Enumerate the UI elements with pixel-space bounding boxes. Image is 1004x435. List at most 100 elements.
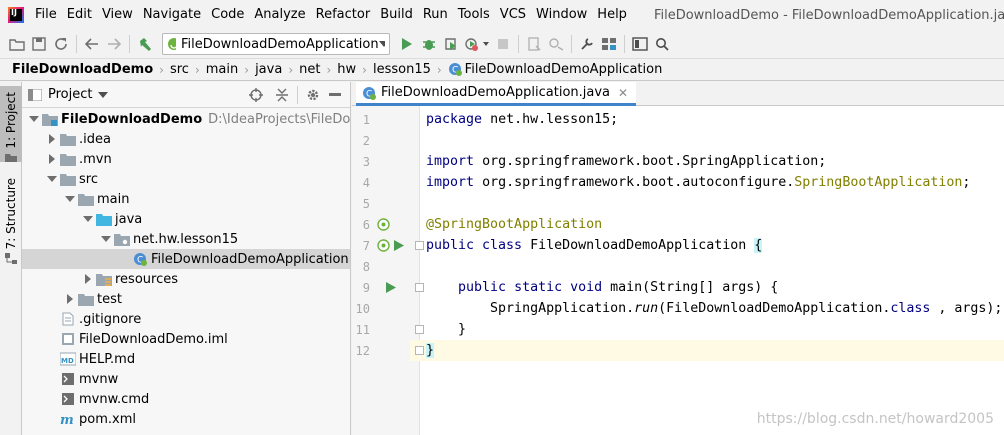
locate-file-icon[interactable] [245, 84, 267, 106]
code-token: @SpringBootApplication [426, 217, 603, 232]
code-line: 11 } [352, 319, 1004, 340]
breadcrumb-item[interactable]: net [295, 62, 324, 77]
menu-edit[interactable]: Edit [62, 0, 97, 30]
expanded-arrow-icon[interactable] [64, 193, 76, 205]
tree-node[interactable]: .gitignore [22, 309, 350, 329]
tree-node[interactable]: MD HELP.md [22, 349, 350, 369]
save-icon[interactable] [28, 33, 50, 55]
expanded-arrow-icon[interactable] [82, 213, 94, 225]
build-hammer-icon[interactable] [134, 33, 156, 55]
breadcrumb-item[interactable]: java [251, 62, 286, 77]
stop-icon[interactable] [492, 33, 514, 55]
expanded-arrow-icon[interactable] [46, 173, 58, 185]
code-token: FileDownloadDemoApplication [522, 238, 755, 253]
tree-node[interactable]: .idea [22, 129, 350, 149]
chevron-down-icon [378, 41, 385, 47]
menu-items: File Edit View Navigate Code Analyze Refactor B… [30, 0, 632, 30]
sync-icon[interactable] [50, 33, 72, 55]
tree-node[interactable]: resources [22, 269, 350, 289]
breadcrumb-item[interactable]: FileDownloadDemoApplication [465, 62, 667, 77]
spring-bean-icon[interactable] [376, 238, 390, 252]
code-line: 12} [356, 340, 1004, 361]
debug-icon[interactable] [418, 33, 440, 55]
code-text: SpringApplication.run(FileDownloadDemoAp… [426, 301, 1002, 316]
menu-window[interactable]: Window [531, 0, 592, 30]
menu-navigate[interactable]: Navigate [138, 0, 206, 30]
forward-icon[interactable] [103, 33, 125, 55]
menu-analyze[interactable]: Analyze [249, 0, 310, 30]
line-number: 3 [362, 154, 370, 169]
collapsed-arrow-icon[interactable] [82, 273, 94, 285]
tree-node[interactable]: main [22, 189, 350, 209]
tree-node[interactable]: mvnw.cmd [22, 389, 350, 409]
folder-icon [60, 151, 76, 167]
toolbar-separator [518, 35, 519, 53]
menu-code[interactable]: Code [206, 0, 249, 30]
tree-node[interactable]: mvnw [22, 369, 350, 389]
tree-node-label: .idea [79, 131, 111, 147]
vcs-update-icon[interactable] [523, 33, 545, 55]
terminal-frame-icon[interactable] [629, 33, 651, 55]
tree-node[interactable]: FileDownloadDemo D:\IdeaProjects\FileDown… [22, 109, 350, 129]
tree-node-label: .mvn [79, 151, 112, 167]
search-icon[interactable] [651, 33, 673, 55]
menu-build[interactable]: Build [375, 0, 418, 30]
profile-icon[interactable] [462, 33, 492, 55]
collapse-all-icon[interactable] [271, 84, 293, 106]
tree-node[interactable]: net.hw.lesson15 [22, 229, 350, 249]
breadcrumb-item[interactable]: main [202, 62, 242, 77]
fold-handle-icon[interactable] [415, 325, 424, 334]
run-icon[interactable] [392, 238, 406, 252]
tool-tab-project[interactable]: 1: Project [0, 86, 22, 162]
open-folder-icon[interactable] [6, 33, 28, 55]
close-icon[interactable]: ✕ [618, 86, 628, 100]
code-line: 7 public class FileDownloadDemoApplicatio… [352, 235, 1004, 256]
coverage-icon[interactable] [440, 33, 462, 55]
tree-node[interactable]: C FileDownloadDemoApplication [22, 249, 350, 269]
menu-run[interactable]: Run [418, 0, 453, 30]
menu-vcs[interactable]: VCS [495, 0, 531, 30]
breadcrumb-item[interactable]: lesson15 [369, 62, 435, 77]
expanded-arrow-icon[interactable] [100, 233, 112, 245]
hide-panel-icon[interactable] [324, 84, 346, 106]
expanded-arrow-icon[interactable] [28, 113, 40, 125]
fold-handle-icon[interactable] [415, 283, 424, 292]
breadcrumb-separator: › [194, 62, 200, 77]
fold-handle-icon[interactable] [415, 241, 424, 250]
module-folder-icon [42, 111, 58, 127]
code-token: run [634, 301, 659, 316]
settings-wrench-icon[interactable] [576, 33, 598, 55]
run-icon[interactable] [396, 33, 418, 55]
tree-node[interactable]: FileDownloadDemo.iml [22, 329, 350, 349]
tree-node[interactable]: test [22, 289, 350, 309]
breadcrumb-item[interactable]: src [166, 62, 193, 77]
tree-node[interactable]: java [22, 209, 350, 229]
project-structure-icon[interactable] [598, 33, 620, 55]
breadcrumb-separator: › [326, 62, 332, 77]
spring-bean-icon[interactable] [376, 217, 390, 231]
menu-tools[interactable]: Tools [453, 0, 495, 30]
tree-node[interactable]: .mvn [22, 149, 350, 169]
chevron-down-icon[interactable] [98, 91, 109, 98]
tree-node[interactable]: m pom.xml [22, 409, 350, 429]
back-icon[interactable] [81, 33, 103, 55]
collapsed-arrow-icon[interactable] [64, 293, 76, 305]
fold-handle-icon[interactable] [415, 346, 424, 355]
menu-view[interactable]: View [97, 0, 138, 30]
tree-node[interactable]: src [22, 169, 350, 189]
vcs-commit-icon[interactable] [545, 33, 567, 55]
tree-node-label: mvnw [79, 371, 119, 387]
breadcrumb-item[interactable]: FileDownloadDemo [12, 62, 157, 77]
menu-file[interactable]: File [30, 0, 62, 30]
run-configuration-select[interactable]: FileDownloadDemoApplication [162, 33, 390, 55]
gear-icon[interactable] [302, 84, 324, 106]
menu-refactor[interactable]: Refactor [311, 0, 376, 30]
collapsed-arrow-icon[interactable] [46, 133, 58, 145]
breadcrumb-item[interactable]: hw [333, 62, 360, 77]
editor-tab-file[interactable]: C FileDownloadDemoApplication.java ✕ [356, 82, 637, 106]
menu-help[interactable]: Help [592, 0, 632, 30]
collapsed-arrow-icon[interactable] [46, 153, 58, 165]
code-editor[interactable]: 1 package net.hw.lesson15; 2 3 import org.sp… [352, 106, 1004, 435]
run-icon[interactable] [384, 280, 398, 294]
tool-tab-structure[interactable]: 7: Structure [0, 174, 22, 264]
